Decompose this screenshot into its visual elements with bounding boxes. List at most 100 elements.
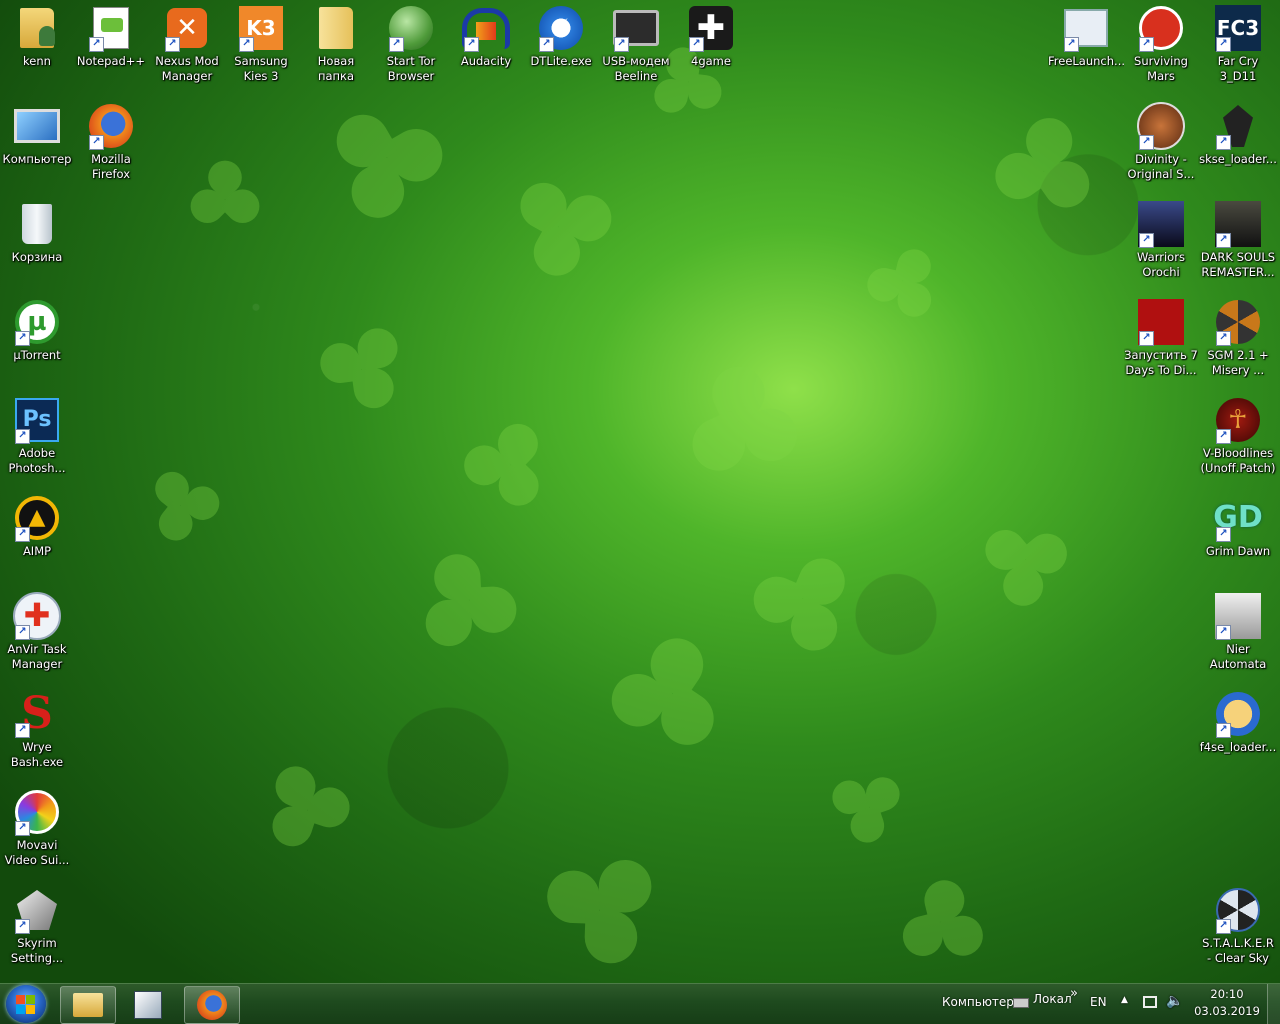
- clover-leaf-decoration: [183, 153, 267, 231]
- taskbar-firefox-button[interactable]: [184, 986, 240, 1024]
- desktop-icon-tor-browser[interactable]: ↗ Start Tor Browser: [374, 4, 448, 84]
- daemon-tools-icon: ⚡ ↗: [537, 4, 585, 52]
- skyrim-settings-icon: ↗: [13, 886, 61, 934]
- utorrent-icon: µ ↗: [13, 298, 61, 346]
- desktop-icon-photoshop[interactable]: Ps ↗ Adobe Photosh...: [0, 396, 74, 476]
- stalker-clear-sky-icon: ↗: [1214, 886, 1262, 934]
- toolbar-computer[interactable]: Компьютер: [942, 995, 1014, 1009]
- clover-leaf-decoration: [455, 415, 549, 514]
- desktop-icon-anvir[interactable]: ✚ ↗ AnVir Task Manager: [0, 592, 74, 672]
- desktop-icon-dark-souls[interactable]: ↗ DARK SOULS REMASTER...: [1198, 200, 1278, 280]
- anvir-icon: ✚ ↗: [13, 592, 61, 640]
- firefox-icon: [197, 990, 227, 1020]
- clover-leaf-decoration: [305, 305, 425, 425]
- desktop-icon-samsung-kies[interactable]: K3 ↗ Samsung Kies 3: [224, 4, 298, 84]
- desktop-icon-4game[interactable]: ✚ ↗ 4game: [674, 4, 748, 69]
- recycle-bin-icon: [13, 200, 61, 248]
- clover-leaf-decoration: [525, 825, 684, 984]
- 4game-icon: ✚ ↗: [687, 4, 735, 52]
- desktop-icon-stalker-clear-sky[interactable]: ↗ S.T.A.L.K.E.R - Clear Sky: [1198, 886, 1278, 966]
- desktop-icon-warriors-orochi[interactable]: ↗ Warriors Orochi: [1124, 200, 1198, 280]
- clover-leaf-decoration: [886, 866, 1003, 983]
- desktop-icon-utorrent[interactable]: µ ↗ µTorrent: [0, 298, 74, 363]
- explorer-icon: [73, 993, 103, 1017]
- desktop-icon-usb-modem[interactable]: ↗ USB-модем Beeline: [599, 4, 673, 84]
- desktop-icon-aimp[interactable]: ▲ ↗ AIMP: [0, 494, 74, 559]
- clover-leaf-decoration: [599, 628, 731, 761]
- desktop-icon-dtlite[interactable]: ⚡ ↗ DTLite.exe: [524, 4, 598, 69]
- desktop-icon-skyrim-settings[interactable]: ↗ Skyrim Setting...: [0, 886, 74, 966]
- surviving-mars-icon: ↗: [1137, 4, 1185, 52]
- taskbar-app-button[interactable]: [120, 986, 176, 1024]
- desktop-icon-surviving-mars[interactable]: ↗ Surviving Mars: [1124, 4, 1198, 84]
- desktop-icon-firefox[interactable]: ↗ Mozilla Firefox: [74, 102, 148, 182]
- computer-icon: [13, 102, 61, 150]
- dark-souls-icon: ↗: [1214, 200, 1262, 248]
- user-folder-icon: [13, 4, 61, 52]
- skse-loader-icon: ↗: [1214, 102, 1262, 150]
- nexus-mod-manager-icon: ✕ ↗: [163, 4, 211, 52]
- desktop-icon-nier-automata[interactable]: ↗ Nier Automata: [1198, 592, 1278, 672]
- taskbar: Компьютер Локал » EN ▲ 🔈 20:10 03.03.201…: [0, 983, 1280, 1024]
- desktop-icon-notepad-plus[interactable]: ↗ Notepad++: [74, 4, 148, 69]
- clover-leaf-decoration: [395, 535, 535, 675]
- desktop-icon-skse-loader[interactable]: ↗ skse_loader...: [1198, 102, 1278, 167]
- desktop-icon-f4se-loader[interactable]: ↗ f4se_loader...: [1198, 690, 1278, 755]
- clover-leaf-decoration: [145, 465, 227, 548]
- clover-leaf-decoration: [248, 748, 363, 863]
- desktop-icon-audacity[interactable]: ↗ Audacity: [449, 4, 523, 69]
- toolbar-chevron-icon[interactable]: »: [1070, 986, 1078, 1001]
- clover-leaf-decoration: [316, 96, 454, 234]
- grim-dawn-icon: GD ↗: [1213, 494, 1263, 542]
- notepad-plus-icon: ↗: [87, 4, 135, 52]
- audacity-icon: ↗: [462, 4, 510, 52]
- drive-icon: [1013, 998, 1029, 1008]
- sgm-misery-icon: ↗: [1214, 298, 1262, 346]
- desktop-icon-7-days-to-die[interactable]: ↗ Запустить 7 Days To Di...: [1124, 298, 1198, 378]
- f4se-loader-icon: ↗: [1214, 690, 1262, 738]
- desktop-icon-freelaunch[interactable]: ↗ FreeLaunch...: [1048, 4, 1124, 69]
- photoshop-icon: Ps ↗: [13, 396, 61, 444]
- desktop-icon-new-folder[interactable]: Новая папка: [299, 4, 373, 84]
- clover-leaf-decoration: [672, 352, 817, 497]
- clover-leaf-decoration: [741, 541, 870, 670]
- clock[interactable]: 20:10 03.03.2019: [1190, 986, 1264, 1020]
- desktop-icon-vampire-bloodlines[interactable]: ☥ ↗ V-Bloodlines (Unoff.Patch): [1198, 396, 1278, 476]
- folder-icon: [312, 4, 360, 52]
- clover-leaf-decoration: [504, 164, 626, 286]
- desktop-icon-kenn[interactable]: kenn: [0, 4, 74, 69]
- network-icon[interactable]: [1143, 996, 1157, 1008]
- desktop-icon-recycle-bin[interactable]: Корзина: [0, 200, 74, 265]
- movavi-icon: ↗: [13, 788, 61, 836]
- desktop-icon-divinity[interactable]: ↗ Divinity - Original S...: [1124, 102, 1198, 182]
- clock-date: 03.03.2019: [1194, 1004, 1260, 1018]
- clover-leaf-decoration: [977, 519, 1076, 614]
- clover-leaf-decoration: [986, 108, 1103, 223]
- desktop-icon-computer[interactable]: Компьютер: [0, 102, 74, 167]
- volume-icon[interactable]: 🔈: [1166, 993, 1183, 1009]
- show-desktop-button[interactable]: [1267, 984, 1280, 1024]
- start-button[interactable]: [6, 985, 46, 1023]
- desktop-icon-wrye-bash[interactable]: S ↗ Wrye Bash.exe: [0, 690, 74, 770]
- nier-automata-icon: ↗: [1214, 592, 1262, 640]
- far-cry-3-icon: FC3 ↗: [1214, 4, 1262, 52]
- divinity-icon: ↗: [1137, 102, 1185, 150]
- usb-modem-icon: ↗: [612, 4, 660, 52]
- show-hidden-icons-icon[interactable]: ▲: [1121, 995, 1128, 1005]
- desktop-icon-grim-dawn[interactable]: GD ↗ Grim Dawn: [1198, 494, 1278, 559]
- desktop-icon-movavi[interactable]: ↗ Movavi Video Sui...: [0, 788, 74, 868]
- 7-days-to-die-icon: ↗: [1137, 298, 1185, 346]
- language-indicator[interactable]: EN: [1090, 995, 1107, 1009]
- clock-time: 20:10: [1210, 987, 1244, 1001]
- freelaunch-icon: ↗: [1062, 4, 1110, 52]
- desktop-icon-far-cry-3[interactable]: FC3 ↗ Far Cry 3_D11: [1198, 4, 1278, 84]
- clover-leaf-decoration: [817, 757, 913, 853]
- clover-leaf-decoration: [855, 235, 954, 334]
- toolbar-local[interactable]: Локал: [1033, 992, 1072, 1006]
- vampire-bloodlines-icon: ☥ ↗: [1214, 396, 1262, 444]
- warriors-orochi-icon: ↗: [1137, 200, 1185, 248]
- desktop-icon-sgm-misery[interactable]: ↗ SGM 2.1 + Misery ...: [1198, 298, 1278, 378]
- firefox-icon: ↗: [87, 102, 135, 150]
- desktop-icon-nexus-mod-manager[interactable]: ✕ ↗ Nexus Mod Manager: [150, 4, 224, 84]
- taskbar-explorer-button[interactable]: [60, 986, 116, 1024]
